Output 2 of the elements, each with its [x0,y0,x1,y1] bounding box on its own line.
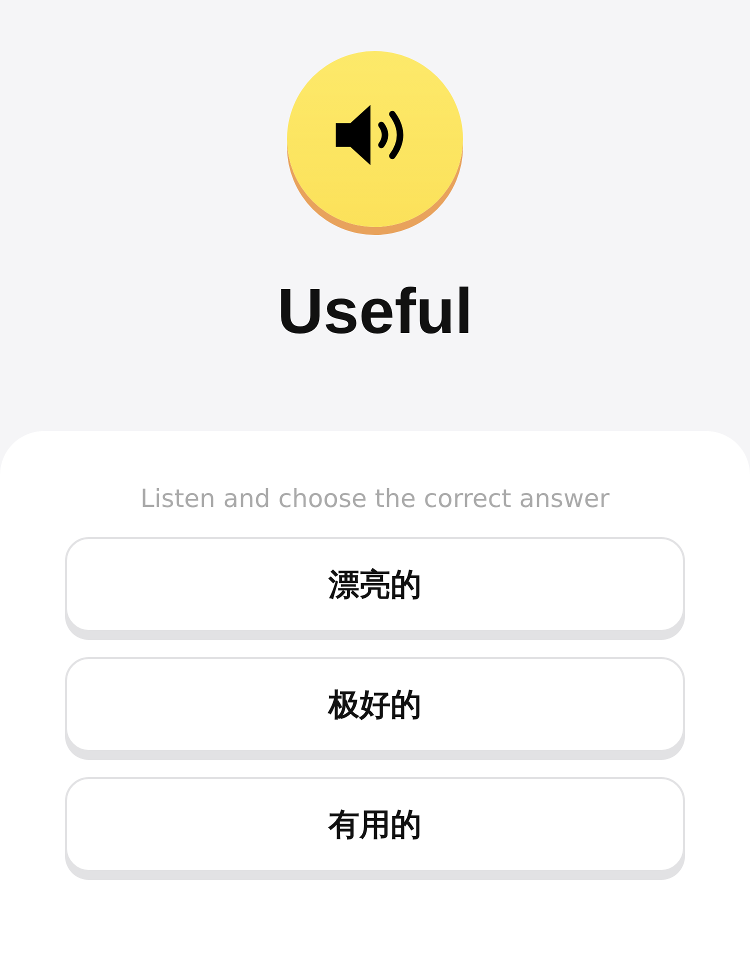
instruction-text: Listen and choose the correct answer [140,483,610,515]
word-title: Useful [277,275,473,347]
